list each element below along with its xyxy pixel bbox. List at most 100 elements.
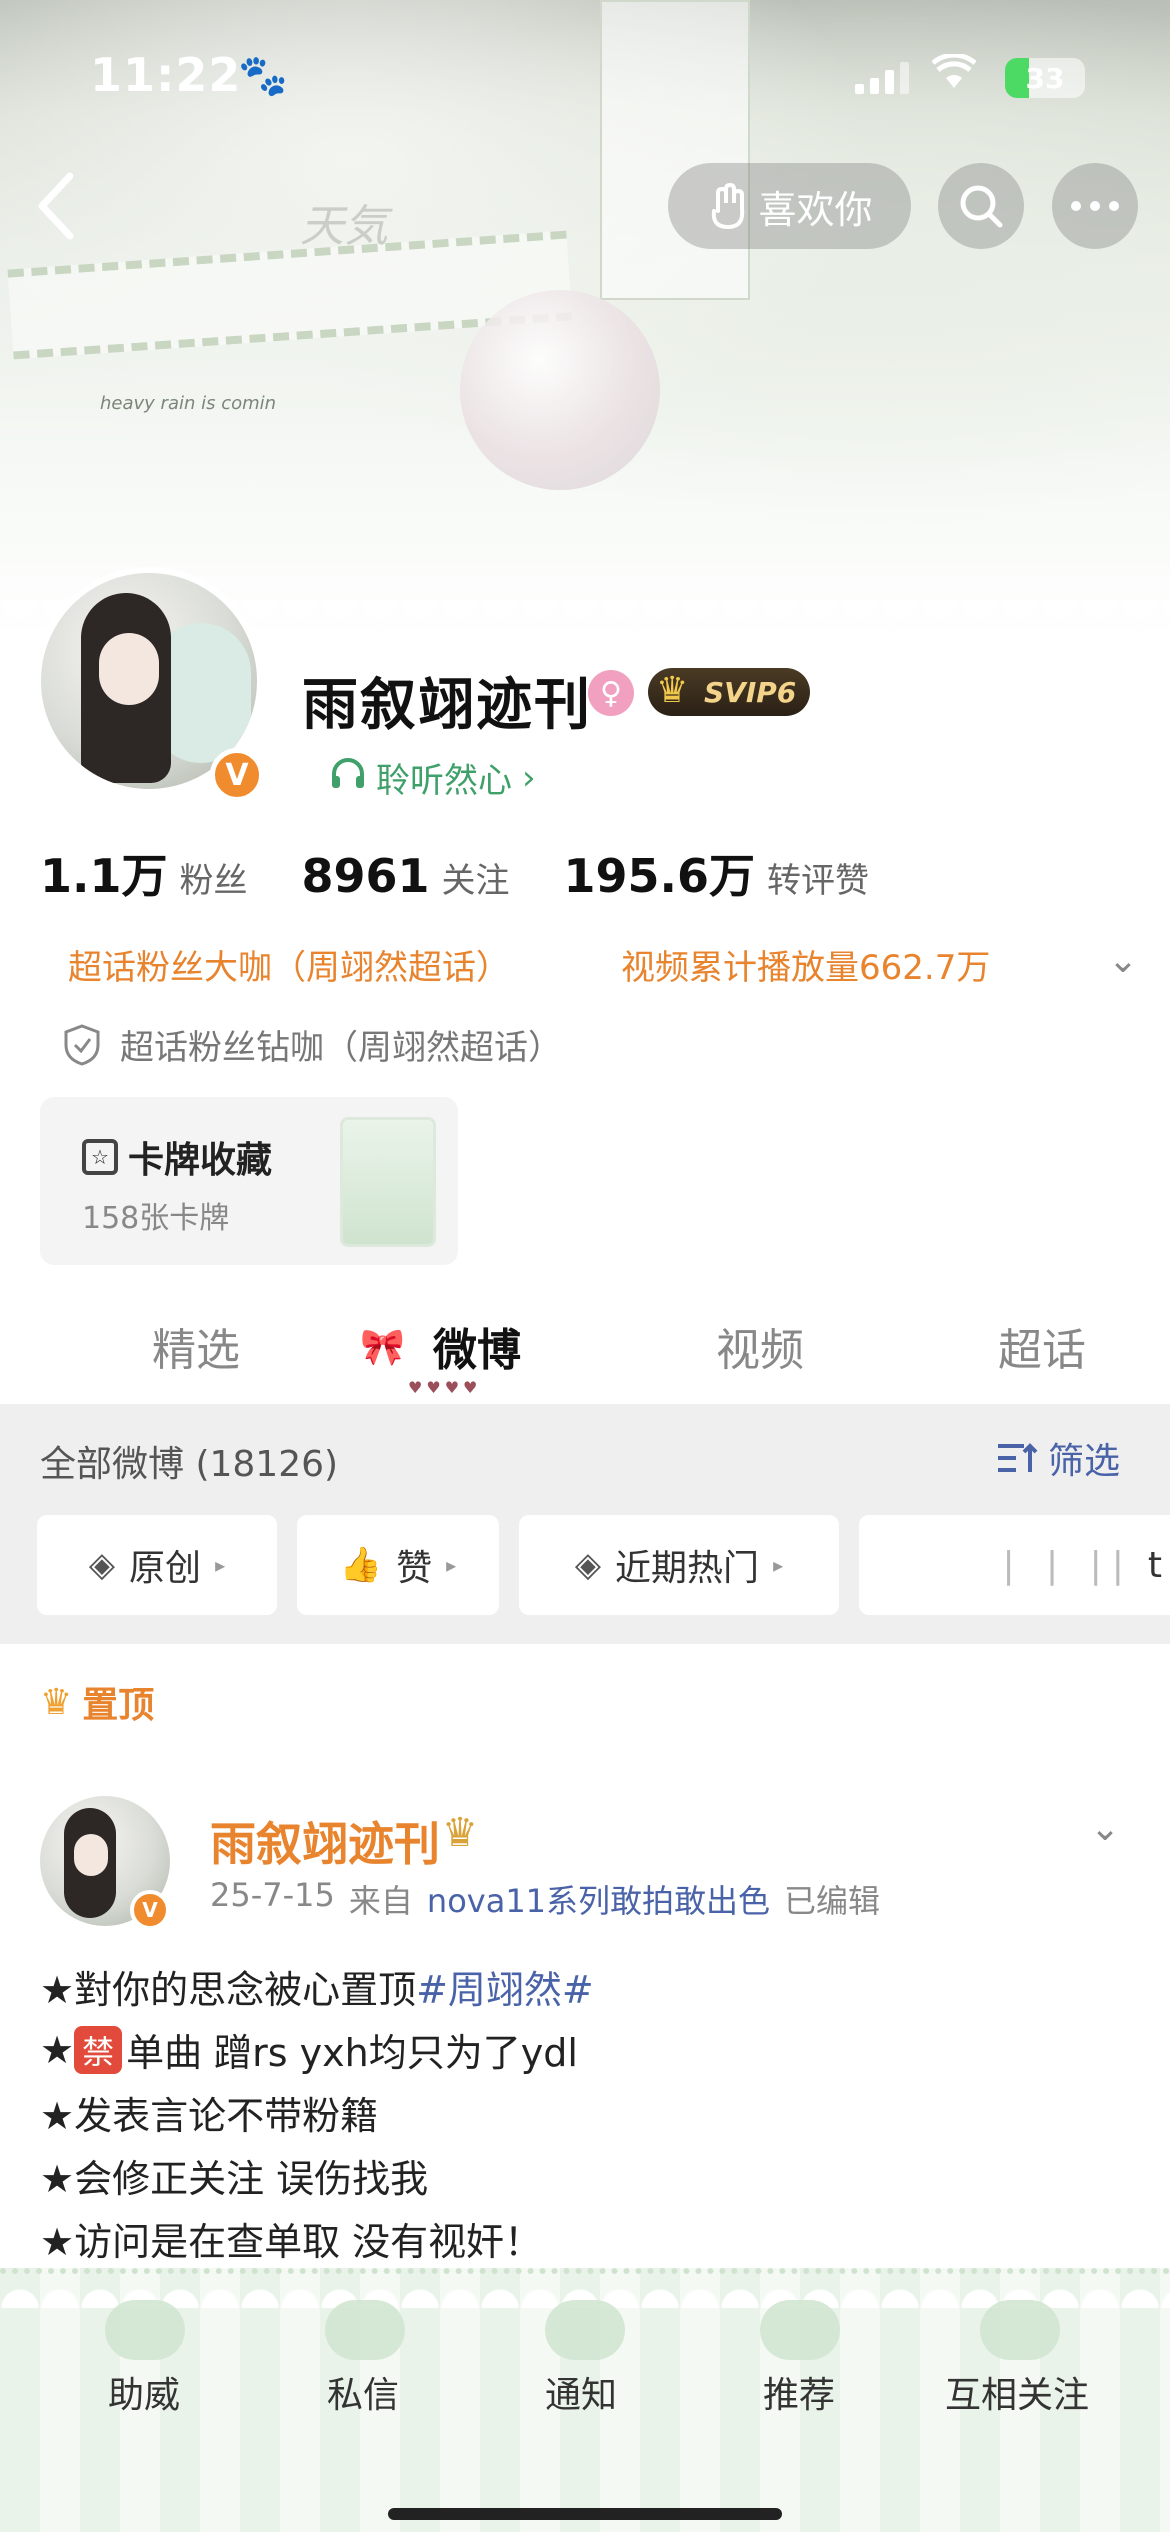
crown-icon: ♛ [40, 1681, 73, 1723]
wifi-icon [931, 50, 977, 101]
banner-deco-title: 天気 [300, 201, 388, 252]
female-icon: ♀ [588, 670, 634, 716]
chip-trending[interactable]: ◈ 近期热门 ▸ [519, 1515, 839, 1615]
post-meta: 25-7-15 来自 nova11系列敢拍敢出色 已编辑 [210, 1876, 880, 1922]
honor-video-views[interactable]: 视频累计播放量662.7万 [621, 940, 990, 989]
block-deco-icon [545, 2300, 625, 2360]
caret-right-icon: ▸ [446, 1553, 457, 1577]
chip-original[interactable]: ◈ 原创 ▸ [37, 1515, 277, 1615]
card-collection-label: 卡牌收藏 [128, 1140, 273, 1181]
card-collection[interactable]: ☆ 卡牌收藏 158张卡牌 [40, 1097, 458, 1265]
nav-cheer[interactable]: 助威 [108, 2366, 180, 2418]
house-deco-icon [760, 2300, 840, 2360]
card-collection-title: ☆ 卡牌收藏 [82, 1131, 272, 1183]
svip-badge[interactable]: ♛ SVIP6 [648, 668, 811, 716]
stat-label: 粉丝 [179, 861, 248, 901]
stat-label: 转评赞 [767, 861, 870, 901]
honor-row: 超话粉丝大咖（周翊然超话） 视频累计播放量662.7万 ⌄ [68, 940, 1138, 989]
chip-more[interactable]: | | || t [859, 1515, 1170, 1615]
ban-badge: 禁 [74, 2025, 123, 2074]
battery-level: 33 [1025, 61, 1065, 95]
caret-right-icon: ▸ [773, 1553, 784, 1577]
thumbs-up-icon: 👍 [339, 1545, 383, 1585]
chevron-right-icon: › [522, 757, 536, 798]
card-thumbnail [340, 1117, 436, 1247]
chip-liked[interactable]: 👍 赞 ▸ [297, 1515, 499, 1615]
stat-likes[interactable]: 195.6万 转评赞 [564, 840, 870, 906]
nav-mutual-follow[interactable]: 互相关注 [945, 2366, 1089, 2418]
chevron-left-icon [38, 172, 74, 240]
tab-active-indicator: ♥♥♥♥ [408, 1378, 482, 1397]
card-icon: ☆ [82, 1139, 118, 1175]
verified-badge: V [210, 748, 264, 802]
caret-right-icon: ▸ [215, 1553, 226, 1577]
home-indicator [388, 2508, 782, 2520]
honor-super-fan[interactable]: 超话粉丝大咖（周翊然超话） [68, 940, 621, 989]
post-line: ★ 禁 单曲 蹭rs yxh均只为了ydl [40, 2018, 594, 2081]
honor-row-2[interactable]: 超话粉丝钻咖（周翊然超话） [62, 1020, 562, 1069]
chip-label: 赞 [396, 1548, 433, 1589]
like-you-button[interactable]: 喜欢你 [668, 163, 911, 249]
paw-icon: 🐾 [238, 53, 288, 99]
post-line: ★发表言论不带粉籍 [40, 2094, 379, 2138]
post-content[interactable]: ★對你的思念被心置顶 #周翊然# ★ 禁 单曲 蹭rs yxh均只为了ydl ★… [40, 1955, 594, 2270]
listening-row[interactable]: 聆听然心 › [330, 753, 536, 802]
layers-icon: ◈ [88, 1545, 116, 1585]
more-button[interactable] [1052, 163, 1138, 249]
search-icon [960, 185, 1003, 228]
filter-icon [998, 1443, 1038, 1472]
search-button[interactable] [938, 163, 1024, 249]
post-device[interactable]: nova11系列敢拍敢出色 [427, 1876, 770, 1922]
profile-stats: 1.1万 粉丝 8961 关注 195.6万 转评赞 [40, 840, 923, 906]
battery-icon: 33 [1005, 58, 1085, 98]
heart-box-deco-icon [980, 2300, 1060, 2360]
tab-super-topic[interactable]: 超话 [998, 1314, 1086, 1378]
star-icon: ★ [40, 2027, 75, 2072]
headphone-icon [330, 756, 366, 799]
post-hashtag[interactable]: #周翊然# [416, 1959, 594, 2014]
post-line-text: ★對你的思念被心置顶 [40, 1968, 417, 2012]
chip-label: t [1147, 1544, 1162, 1586]
profile-tabs: 精选 🎀 微博 ♥♥♥♥ 视频 超话 [0, 1300, 1170, 1400]
post-line: ★会修正关注 误伤找我 [40, 2157, 429, 2201]
crown-icon: ♛ [442, 1810, 478, 1856]
nav-message[interactable]: 私信 [327, 2366, 399, 2418]
chevron-down-icon[interactable]: ⌄ [1090, 1808, 1120, 1849]
pinned-label: ♛ 置顶 [40, 1676, 154, 1728]
layers-icon: ◈ [574, 1545, 602, 1585]
post-line: ★對你的思念被心置顶 #周翊然# [40, 1955, 594, 2018]
post-edited: 已编辑 [784, 1882, 881, 1920]
tab-featured[interactable]: 精选 [152, 1314, 240, 1378]
chip-label: 近期热门 [615, 1548, 760, 1589]
back-button[interactable] [30, 168, 90, 244]
stat-following[interactable]: 8961 关注 [302, 849, 510, 903]
verified-badge: V [130, 1890, 170, 1930]
stat-followers[interactable]: 1.1万 粉丝 [40, 840, 248, 906]
card-count: 158张卡牌 [82, 1201, 230, 1236]
heart-deco-icon [105, 2300, 185, 2360]
svip-label: SVIP6 [704, 675, 797, 709]
tab-video[interactable]: 视频 [716, 1314, 804, 1378]
tab-weibo[interactable]: 微博 [433, 1314, 521, 1378]
banner-deco-subtitle: heavy rain is comin [100, 393, 277, 414]
more-dots-icon [1071, 201, 1119, 211]
stat-label: 关注 [441, 861, 510, 901]
status-time: 11:22 [90, 48, 242, 102]
feed-title: 全部微博 (18126) [40, 1444, 339, 1485]
post-line: ★访问是在查单取 没有视奸！ [40, 2220, 543, 2264]
filter-button[interactable]: 筛选 [996, 1432, 1120, 1484]
status-bar: 11:22 🐾 33 [0, 40, 1170, 120]
chip-blur: | | || [1002, 1544, 1134, 1586]
chip-label: 原创 [129, 1548, 202, 1589]
chevron-down-icon[interactable]: ⌄ [1108, 940, 1138, 981]
like-you-label: 喜欢你 [758, 187, 873, 232]
post-date: 25-7-15 [210, 1876, 335, 1914]
shield-icon [64, 1023, 100, 1066]
nav-recommend[interactable]: 推荐 [763, 2366, 835, 2418]
bone-deco-icon [325, 2300, 405, 2360]
stat-num: 1.1万 [40, 849, 168, 903]
nav-notify[interactable]: 通知 [545, 2366, 617, 2418]
post-author[interactable]: 雨叙翊迹刊 [210, 1808, 440, 1874]
post-line-text: 单曲 蹭rs yxh均只为了ydl [126, 2031, 578, 2075]
banner-deco-globe [460, 290, 660, 490]
